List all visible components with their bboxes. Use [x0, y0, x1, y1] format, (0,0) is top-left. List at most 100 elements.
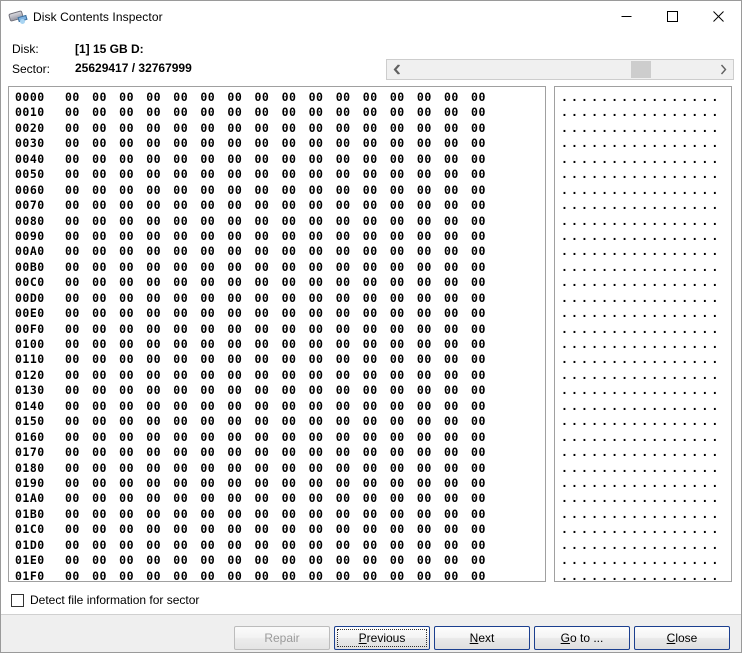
- ascii-row: ................: [561, 491, 722, 506]
- hex-bytes: 00 00 00 00 00 00 00 00 00 00 00 00 00 0…: [65, 290, 486, 305]
- hex-row: 00A0 00 00 00 00 00 00 00 00 00 00 00 00 …: [9, 244, 545, 259]
- hex-bytes: 00 00 00 00 00 00 00 00 00 00 00 00 00 0…: [65, 414, 486, 429]
- hex-row: 0010 00 00 00 00 00 00 00 00 00 00 00 00 …: [9, 105, 545, 120]
- hex-offset: 0160: [15, 429, 45, 444]
- maximize-button[interactable]: [649, 1, 695, 31]
- hex-bytes: 00 00 00 00 00 00 00 00 00 00 00 00 00 0…: [65, 136, 486, 151]
- hex-row: 0120 00 00 00 00 00 00 00 00 00 00 00 00 …: [9, 368, 545, 383]
- ascii-row: ................: [561, 244, 722, 259]
- hex-bytes: 00 00 00 00 00 00 00 00 00 00 00 00 00 0…: [65, 352, 486, 367]
- hex-bytes: 00 00 00 00 00 00 00 00 00 00 00 00 00 0…: [65, 244, 486, 259]
- hex-row: 0170 00 00 00 00 00 00 00 00 00 00 00 00 …: [9, 445, 545, 460]
- hex-row: 0090 00 00 00 00 00 00 00 00 00 00 00 00 …: [9, 229, 545, 244]
- minimize-button[interactable]: [603, 1, 649, 31]
- previous-button-label: Previous: [358, 631, 406, 645]
- hex-row: 0030 00 00 00 00 00 00 00 00 00 00 00 00 …: [9, 136, 545, 151]
- hex-offset: 00D0: [15, 290, 45, 305]
- hex-row: 0190 00 00 00 00 00 00 00 00 00 00 00 00 …: [9, 476, 545, 491]
- ascii-row: ................: [561, 275, 722, 290]
- hex-offset: 00B0: [15, 259, 45, 274]
- hex-bytes: 00 00 00 00 00 00 00 00 00 00 00 00 00 0…: [65, 367, 486, 382]
- disk-inspector-icon: [8, 8, 28, 26]
- hex-row: 00C0 00 00 00 00 00 00 00 00 00 00 00 00 …: [9, 275, 545, 290]
- next-button[interactable]: Next: [434, 626, 530, 650]
- hex-row: 00E0 00 00 00 00 00 00 00 00 00 00 00 00 …: [9, 306, 545, 321]
- hex-offset: 0090: [15, 228, 45, 243]
- detect-file-info-label: Detect file information for sector: [30, 593, 200, 607]
- hex-bytes: 00 00 00 00 00 00 00 00 00 00 00 00 00 0…: [65, 120, 486, 135]
- hex-bytes: 00 00 00 00 00 00 00 00 00 00 00 00 00 0…: [65, 568, 486, 582]
- hex-row: 00F0 00 00 00 00 00 00 00 00 00 00 00 00 …: [9, 322, 545, 337]
- hex-row: 0130 00 00 00 00 00 00 00 00 00 00 00 00 …: [9, 383, 545, 398]
- hex-offset: 0000: [15, 90, 45, 104]
- ascii-row: ................: [561, 460, 722, 475]
- hex-row: 00D0 00 00 00 00 00 00 00 00 00 00 00 00 …: [9, 291, 545, 306]
- hex-bytes: 00 00 00 00 00 00 00 00 00 00 00 00 00 0…: [65, 383, 486, 398]
- hex-row: 01F0 00 00 00 00 00 00 00 00 00 00 00 00 …: [9, 568, 545, 582]
- hex-row: 0060 00 00 00 00 00 00 00 00 00 00 00 00 …: [9, 183, 545, 198]
- ascii-row: ................: [561, 213, 722, 228]
- close-button[interactable]: Close: [634, 626, 730, 650]
- chevron-right-icon[interactable]: [714, 60, 733, 79]
- hex-offset: 0140: [15, 398, 45, 413]
- previous-button[interactable]: Previous: [334, 626, 430, 650]
- hex-offset: 0050: [15, 167, 45, 182]
- hex-row: 0100 00 00 00 00 00 00 00 00 00 00 00 00 …: [9, 337, 545, 352]
- detect-file-info-row[interactable]: Detect file information for sector: [11, 593, 199, 607]
- close-button-label: Close: [666, 631, 698, 645]
- hex-bytes: 00 00 00 00 00 00 00 00 00 00 00 00 00 0…: [65, 198, 486, 213]
- disk-contents-inspector-window: Disk Contents Inspector Disk: [1] 15 GB …: [0, 0, 742, 653]
- scrollbar-thumb[interactable]: [630, 61, 651, 78]
- hex-bytes: 00 00 00 00 00 00 00 00 00 00 00 00 00 0…: [65, 105, 486, 120]
- close-icon: [712, 10, 724, 22]
- hex-row: 0110 00 00 00 00 00 00 00 00 00 00 00 00 …: [9, 352, 545, 367]
- hex-bytes: 00 00 00 00 00 00 00 00 00 00 00 00 00 0…: [65, 275, 486, 290]
- goto-button[interactable]: Go to ...: [534, 626, 630, 650]
- ascii-row: ................: [561, 383, 722, 398]
- hex-row: 0080 00 00 00 00 00 00 00 00 00 00 00 00 …: [9, 214, 545, 229]
- hex-offset: 0060: [15, 182, 45, 197]
- minimize-icon: [621, 15, 631, 17]
- hex-row: 0140 00 00 00 00 00 00 00 00 00 00 00 00 …: [9, 399, 545, 414]
- sector-scrollbar[interactable]: [386, 59, 734, 80]
- chevron-left-icon[interactable]: [387, 60, 406, 79]
- hex-row: 0160 00 00 00 00 00 00 00 00 00 00 00 00 …: [9, 430, 545, 445]
- close-window-button[interactable]: [695, 1, 741, 31]
- hex-offset: 01C0: [15, 522, 45, 537]
- ascii-row: ................: [561, 367, 722, 382]
- hex-offset: 0150: [15, 414, 45, 429]
- ascii-row: ................: [561, 337, 722, 351]
- hex-offset: 01F0: [15, 568, 45, 582]
- hex-rows-container: 0000 00 00 00 00 00 00 00 00 00 00 00 00 …: [9, 87, 545, 582]
- ascii-row: ................: [561, 429, 722, 444]
- next-button-label: Next: [469, 631, 495, 645]
- hex-offset: 00F0: [15, 321, 45, 336]
- hex-bytes: 00 00 00 00 00 00 00 00 00 00 00 00 00 0…: [65, 429, 486, 444]
- hex-offset: 0180: [15, 460, 45, 475]
- hex-row: 01C0 00 00 00 00 00 00 00 00 00 00 00 00 …: [9, 522, 545, 537]
- ascii-row: ................: [561, 90, 722, 104]
- hex-bytes: 00 00 00 00 00 00 00 00 00 00 00 00 00 0…: [65, 491, 486, 506]
- hex-row: 00B0 00 00 00 00 00 00 00 00 00 00 00 00 …: [9, 260, 545, 275]
- hex-row: 0040 00 00 00 00 00 00 00 00 00 00 00 00 …: [9, 152, 545, 167]
- hex-row: 01B0 00 00 00 00 00 00 00 00 00 00 00 00 …: [9, 507, 545, 522]
- ascii-row: ................: [561, 290, 722, 305]
- hex-offset: 00E0: [15, 306, 45, 321]
- hex-dump-panel[interactable]: 0000 00 00 00 00 00 00 00 00 00 00 00 00 …: [8, 86, 546, 582]
- disk-value: [1] 15 GB D:: [75, 42, 144, 56]
- hex-row: 0180 00 00 00 00 00 00 00 00 00 00 00 00 …: [9, 461, 545, 476]
- hex-offset: 01B0: [15, 506, 45, 521]
- ascii-row: ................: [561, 321, 722, 336]
- repair-button[interactable]: Repair: [234, 626, 330, 650]
- detect-file-info-checkbox[interactable]: [11, 593, 24, 607]
- ascii-row: ................: [561, 182, 722, 197]
- hex-offset: 0020: [15, 120, 45, 135]
- ascii-row: ................: [561, 151, 722, 166]
- hex-offset: 0010: [15, 105, 45, 120]
- hex-bytes: 00 00 00 00 00 00 00 00 00 00 00 00 00 0…: [65, 90, 486, 104]
- ascii-row: ................: [561, 398, 722, 413]
- ascii-dump-panel[interactable]: ........................................…: [554, 86, 732, 582]
- ascii-row: ................: [561, 120, 722, 135]
- hex-offset: 01E0: [15, 553, 45, 568]
- repair-button-label: Repair: [264, 631, 300, 645]
